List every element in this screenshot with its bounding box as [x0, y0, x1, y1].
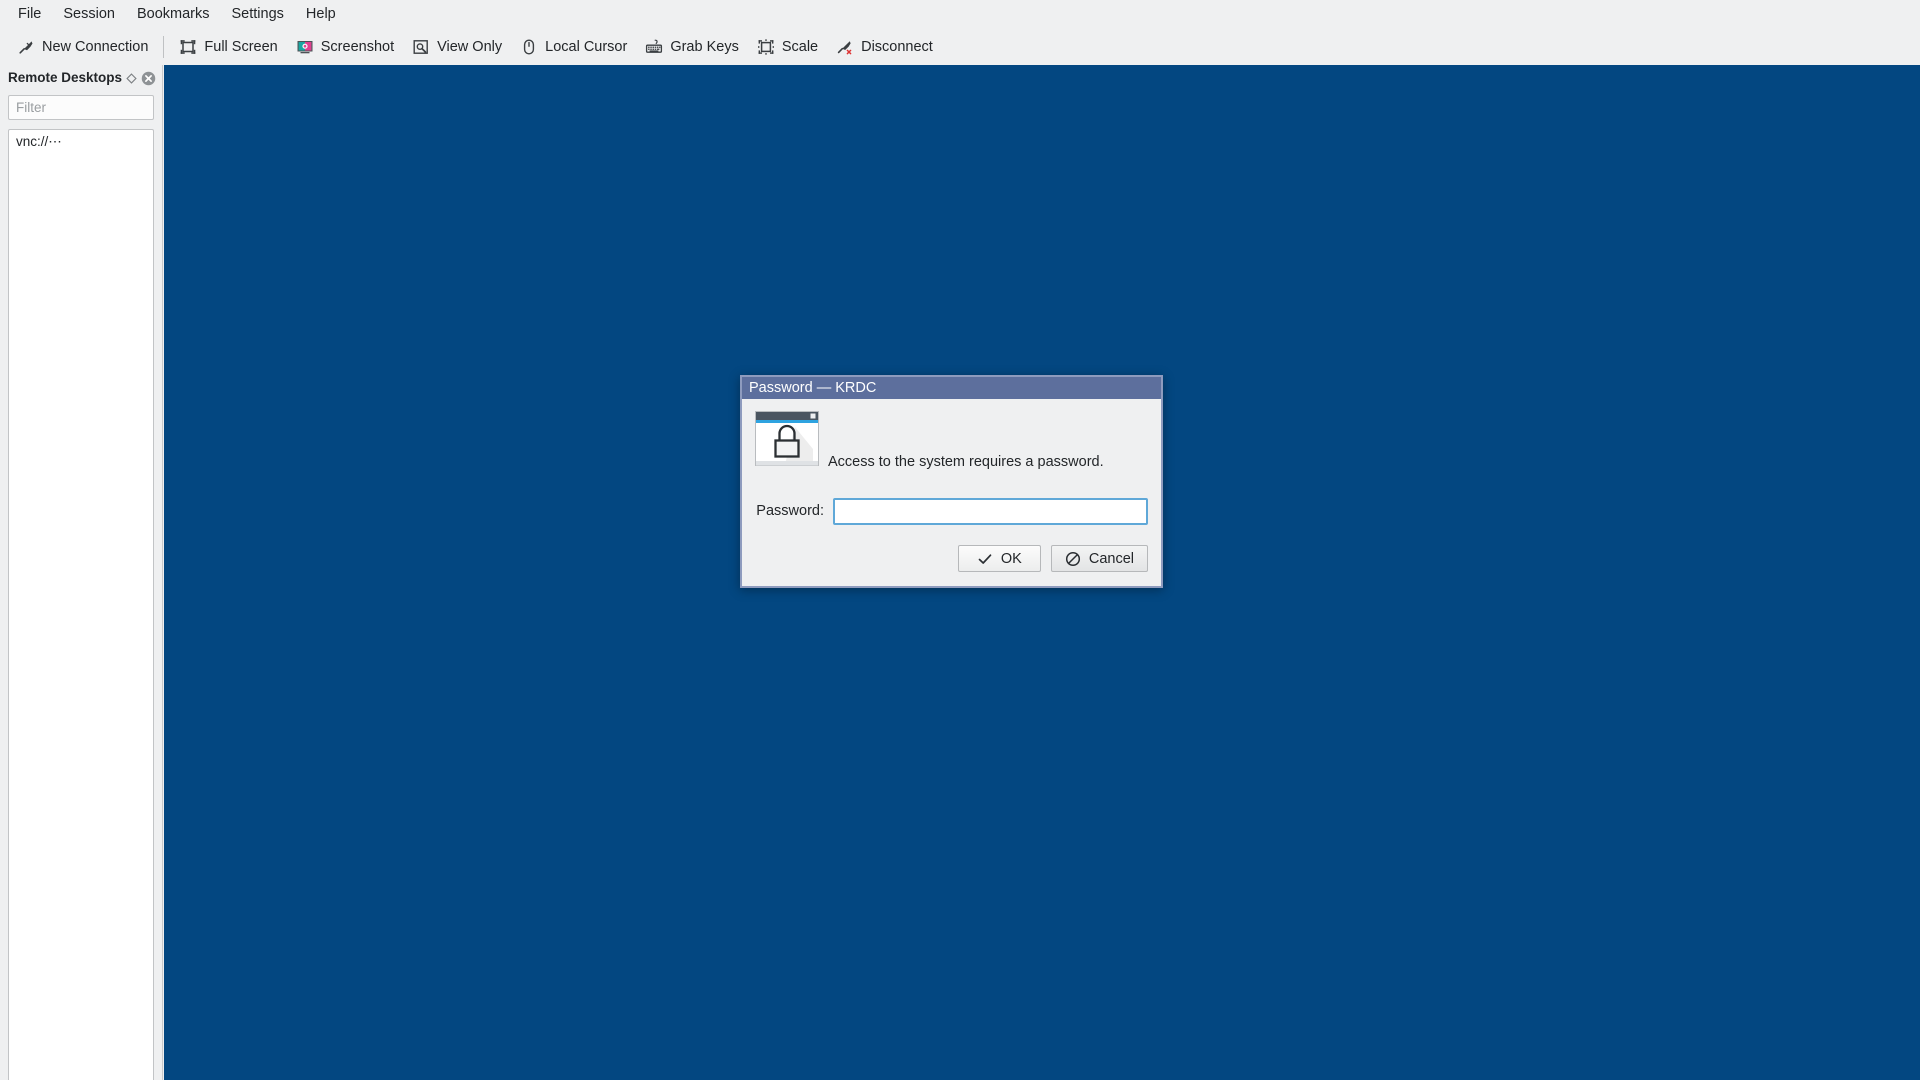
- disconnect-button[interactable]: Disconnect: [827, 33, 942, 61]
- ok-button-label: OK: [1000, 550, 1022, 567]
- local-cursor-label: Local Cursor: [545, 38, 628, 55]
- screenshot-label: Screenshot: [320, 38, 395, 55]
- panel-header: Remote Desktops: [0, 65, 162, 91]
- cancel-button-label: Cancel: [1088, 550, 1134, 567]
- new-connection-button[interactable]: New Connection: [8, 33, 157, 61]
- fullscreen-icon: [179, 38, 197, 56]
- dialog-message-row: Access to the system requires a password…: [755, 411, 1148, 474]
- remote-desktops-list[interactable]: vnc://⋯: [8, 129, 154, 1080]
- close-icon[interactable]: [141, 70, 156, 87]
- list-item[interactable]: vnc://⋯: [9, 130, 153, 153]
- new-connection-label: New Connection: [42, 38, 149, 55]
- plug-icon: [17, 38, 35, 56]
- scale-label: Scale: [781, 38, 819, 55]
- full-screen-label: Full Screen: [204, 38, 278, 55]
- dialog-title: Password — KRDC: [749, 379, 877, 396]
- window-padlock-icon: [755, 411, 819, 474]
- cancel-icon: [1065, 551, 1081, 567]
- dialog-body: Access to the system requires a password…: [742, 399, 1161, 525]
- view-only-button[interactable]: View Only: [403, 33, 511, 61]
- menu-file[interactable]: File: [7, 3, 52, 26]
- view-only-label: View Only: [437, 38, 503, 55]
- toolbar: New Connection Full Screen Screenshot Vi…: [0, 29, 1920, 65]
- password-dialog: Password — KRDC Access to the system req…: [740, 375, 1163, 588]
- toolbar-separator: [163, 36, 165, 58]
- scale-button[interactable]: Scale: [748, 33, 827, 61]
- grab-keys-button[interactable]: Grab Keys: [636, 33, 748, 61]
- menu-help[interactable]: Help: [295, 3, 347, 26]
- local-cursor-button[interactable]: Local Cursor: [511, 33, 636, 61]
- ok-button[interactable]: OK: [957, 545, 1041, 572]
- keyboard-icon: [645, 38, 663, 56]
- krdc-window: File Session Bookmarks Settings Help New…: [0, 0, 1920, 1080]
- mouse-cursor-icon: [520, 38, 538, 56]
- menu-session[interactable]: Session: [52, 3, 126, 26]
- dialog-message: Access to the system requires a password…: [828, 453, 1104, 470]
- disconnect-label: Disconnect: [861, 38, 933, 55]
- dialog-titlebar[interactable]: Password — KRDC: [742, 377, 1161, 399]
- full-screen-button[interactable]: Full Screen: [170, 33, 286, 61]
- check-icon: [977, 551, 993, 567]
- password-field-row: Password:: [755, 498, 1148, 525]
- filter-input[interactable]: [8, 95, 154, 120]
- password-label: Password:: [756, 503, 824, 520]
- scale-icon: [757, 38, 775, 56]
- menu-settings[interactable]: Settings: [221, 3, 295, 26]
- cancel-button[interactable]: Cancel: [1050, 545, 1148, 572]
- screenshot-button[interactable]: Screenshot: [287, 33, 403, 61]
- menu-bookmarks[interactable]: Bookmarks: [126, 3, 221, 26]
- panel-title: Remote Desktops: [8, 70, 123, 86]
- password-input[interactable]: [833, 498, 1148, 525]
- screenshot-icon: [296, 38, 314, 56]
- dialog-button-row: OK Cancel: [742, 525, 1161, 586]
- remote-desktops-panel: Remote Desktops vnc://⋯: [0, 65, 163, 1080]
- float-diamond-icon[interactable]: [125, 70, 138, 87]
- view-only-icon: [412, 38, 430, 56]
- menubar: File Session Bookmarks Settings Help: [0, 0, 1920, 29]
- grab-keys-label: Grab Keys: [670, 38, 739, 55]
- disconnect-icon: [836, 38, 854, 56]
